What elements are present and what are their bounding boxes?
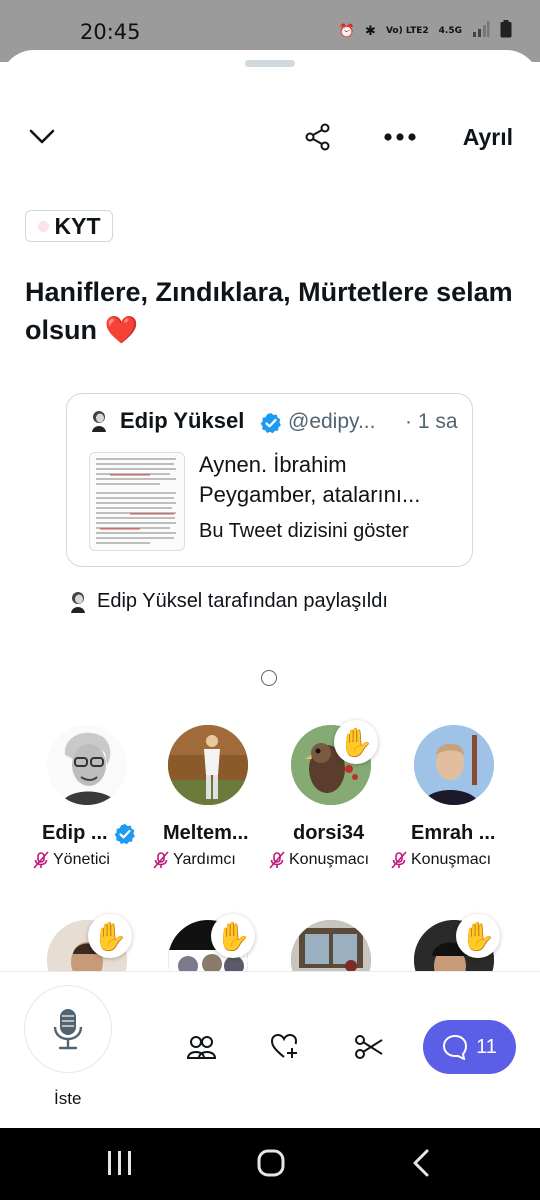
participants-button[interactable] bbox=[184, 1030, 218, 1064]
tweet-author-handle: @edipy... bbox=[288, 410, 376, 433]
recent-apps-icon[interactable] bbox=[106, 1150, 134, 1176]
space-title-emoji: ❤️ bbox=[104, 315, 139, 345]
participant-role: Yardımcı bbox=[152, 851, 236, 869]
verified-badge-icon bbox=[114, 824, 135, 845]
shared-by-text: Edip Yüksel tarafından paylaşıldı bbox=[97, 590, 388, 612]
sheet-drag-handle[interactable] bbox=[245, 60, 295, 67]
battery-icon bbox=[500, 20, 512, 42]
signal-type-label: 4.5G bbox=[438, 25, 462, 36]
share-icon bbox=[305, 123, 330, 151]
participant-role-label: Yönetici bbox=[53, 851, 110, 868]
participant-role: Yönetici bbox=[32, 851, 110, 869]
comments-button[interactable]: 11 bbox=[423, 1020, 516, 1074]
participant-name: dorsi34 bbox=[293, 822, 365, 844]
badge-label: KYT bbox=[54, 212, 101, 239]
participant-role: Konuşmacı bbox=[268, 851, 369, 869]
participant-avatar[interactable] bbox=[414, 725, 494, 805]
signal-icon bbox=[472, 21, 490, 41]
share-button[interactable] bbox=[302, 121, 334, 153]
avatar-photo bbox=[168, 725, 248, 805]
pinned-tweet-card[interactable]: Edip Yüksel @edipy... · 1 sa Aynen. İbra… bbox=[66, 393, 473, 567]
status-icons: ⏰ ✱ Vo) LTE2 4.5G bbox=[339, 20, 512, 42]
participant-role: Konuşmacı bbox=[390, 851, 491, 869]
muted-mic-icon bbox=[269, 851, 285, 869]
participant-name: Emrah ... bbox=[411, 822, 496, 844]
participant-role-label: Konuşmacı bbox=[289, 851, 370, 868]
participant-name: Edip ... bbox=[42, 822, 108, 844]
collapse-button[interactable] bbox=[26, 122, 58, 152]
space-badge: KYT bbox=[25, 210, 113, 242]
participant-name: Meltem... bbox=[163, 822, 249, 844]
network-label: Vo) LTE2 bbox=[385, 25, 429, 36]
raised-hand-icon: ✋ bbox=[88, 914, 132, 958]
shared-by-row: Edip Yüksel tarafından paylaşıldı bbox=[66, 590, 388, 613]
avatar-photo bbox=[414, 725, 494, 805]
avatar-photo bbox=[47, 725, 127, 805]
tweet-text: Aynen. İbrahim Peygamber, atalarını... bbox=[199, 452, 421, 507]
tweet-time: · 1 sa bbox=[405, 410, 458, 433]
leave-button[interactable]: Ayrıl bbox=[463, 124, 513, 151]
raised-hand-icon: ✋ bbox=[211, 914, 255, 958]
space-title-text: Haniflere, Zındıklara, Mürtetlere selam … bbox=[25, 277, 513, 345]
more-icon bbox=[384, 133, 416, 141]
chevron-down-icon bbox=[29, 129, 55, 144]
document-page-image bbox=[96, 458, 176, 544]
microphone-icon bbox=[53, 1009, 83, 1050]
comment-icon bbox=[443, 1034, 468, 1060]
more-button[interactable] bbox=[382, 125, 418, 149]
people-icon bbox=[186, 1036, 216, 1059]
system-navigation-bar bbox=[0, 1128, 540, 1200]
status-time: 20:45 bbox=[80, 20, 141, 44]
muted-mic-icon bbox=[153, 851, 169, 869]
badge-dot bbox=[37, 220, 49, 232]
bluetooth-icon: ✱ bbox=[365, 23, 376, 39]
tweet-author-avatar bbox=[92, 411, 106, 432]
raised-hand-icon: ✋ bbox=[334, 720, 378, 764]
participant-role-label: Yardımcı bbox=[173, 851, 236, 868]
scissors-icon bbox=[355, 1035, 383, 1059]
home-icon[interactable] bbox=[256, 1148, 286, 1178]
participant-avatar[interactable] bbox=[47, 725, 127, 805]
verified-badge-icon bbox=[260, 413, 281, 434]
comment-count: 11 bbox=[476, 1035, 497, 1058]
heart-plus-icon bbox=[270, 1033, 298, 1058]
tweet-author-name: Edip Yüksel bbox=[120, 408, 245, 433]
loading-indicator bbox=[261, 670, 277, 686]
show-thread-link[interactable]: Bu Tweet dizisini göster bbox=[199, 520, 409, 543]
muted-mic-icon bbox=[33, 851, 49, 869]
participant-avatar[interactable] bbox=[168, 725, 248, 805]
request-mic-label: İste bbox=[54, 1089, 82, 1108]
participant-role-label: Konuşmacı bbox=[411, 851, 492, 868]
alarm-icon: ⏰ bbox=[338, 23, 356, 39]
raised-hand-icon: ✋ bbox=[456, 914, 500, 958]
clip-button[interactable] bbox=[352, 1030, 386, 1064]
sharer-avatar bbox=[71, 591, 85, 613]
muted-mic-icon bbox=[391, 851, 407, 869]
react-button[interactable] bbox=[268, 1030, 302, 1064]
space-title: Haniflere, Zındıklara, Mürtetlere selam … bbox=[25, 273, 515, 349]
back-icon[interactable] bbox=[410, 1148, 432, 1178]
request-mic-button[interactable] bbox=[24, 985, 112, 1073]
tweet-image-thumbnail[interactable] bbox=[89, 452, 185, 551]
